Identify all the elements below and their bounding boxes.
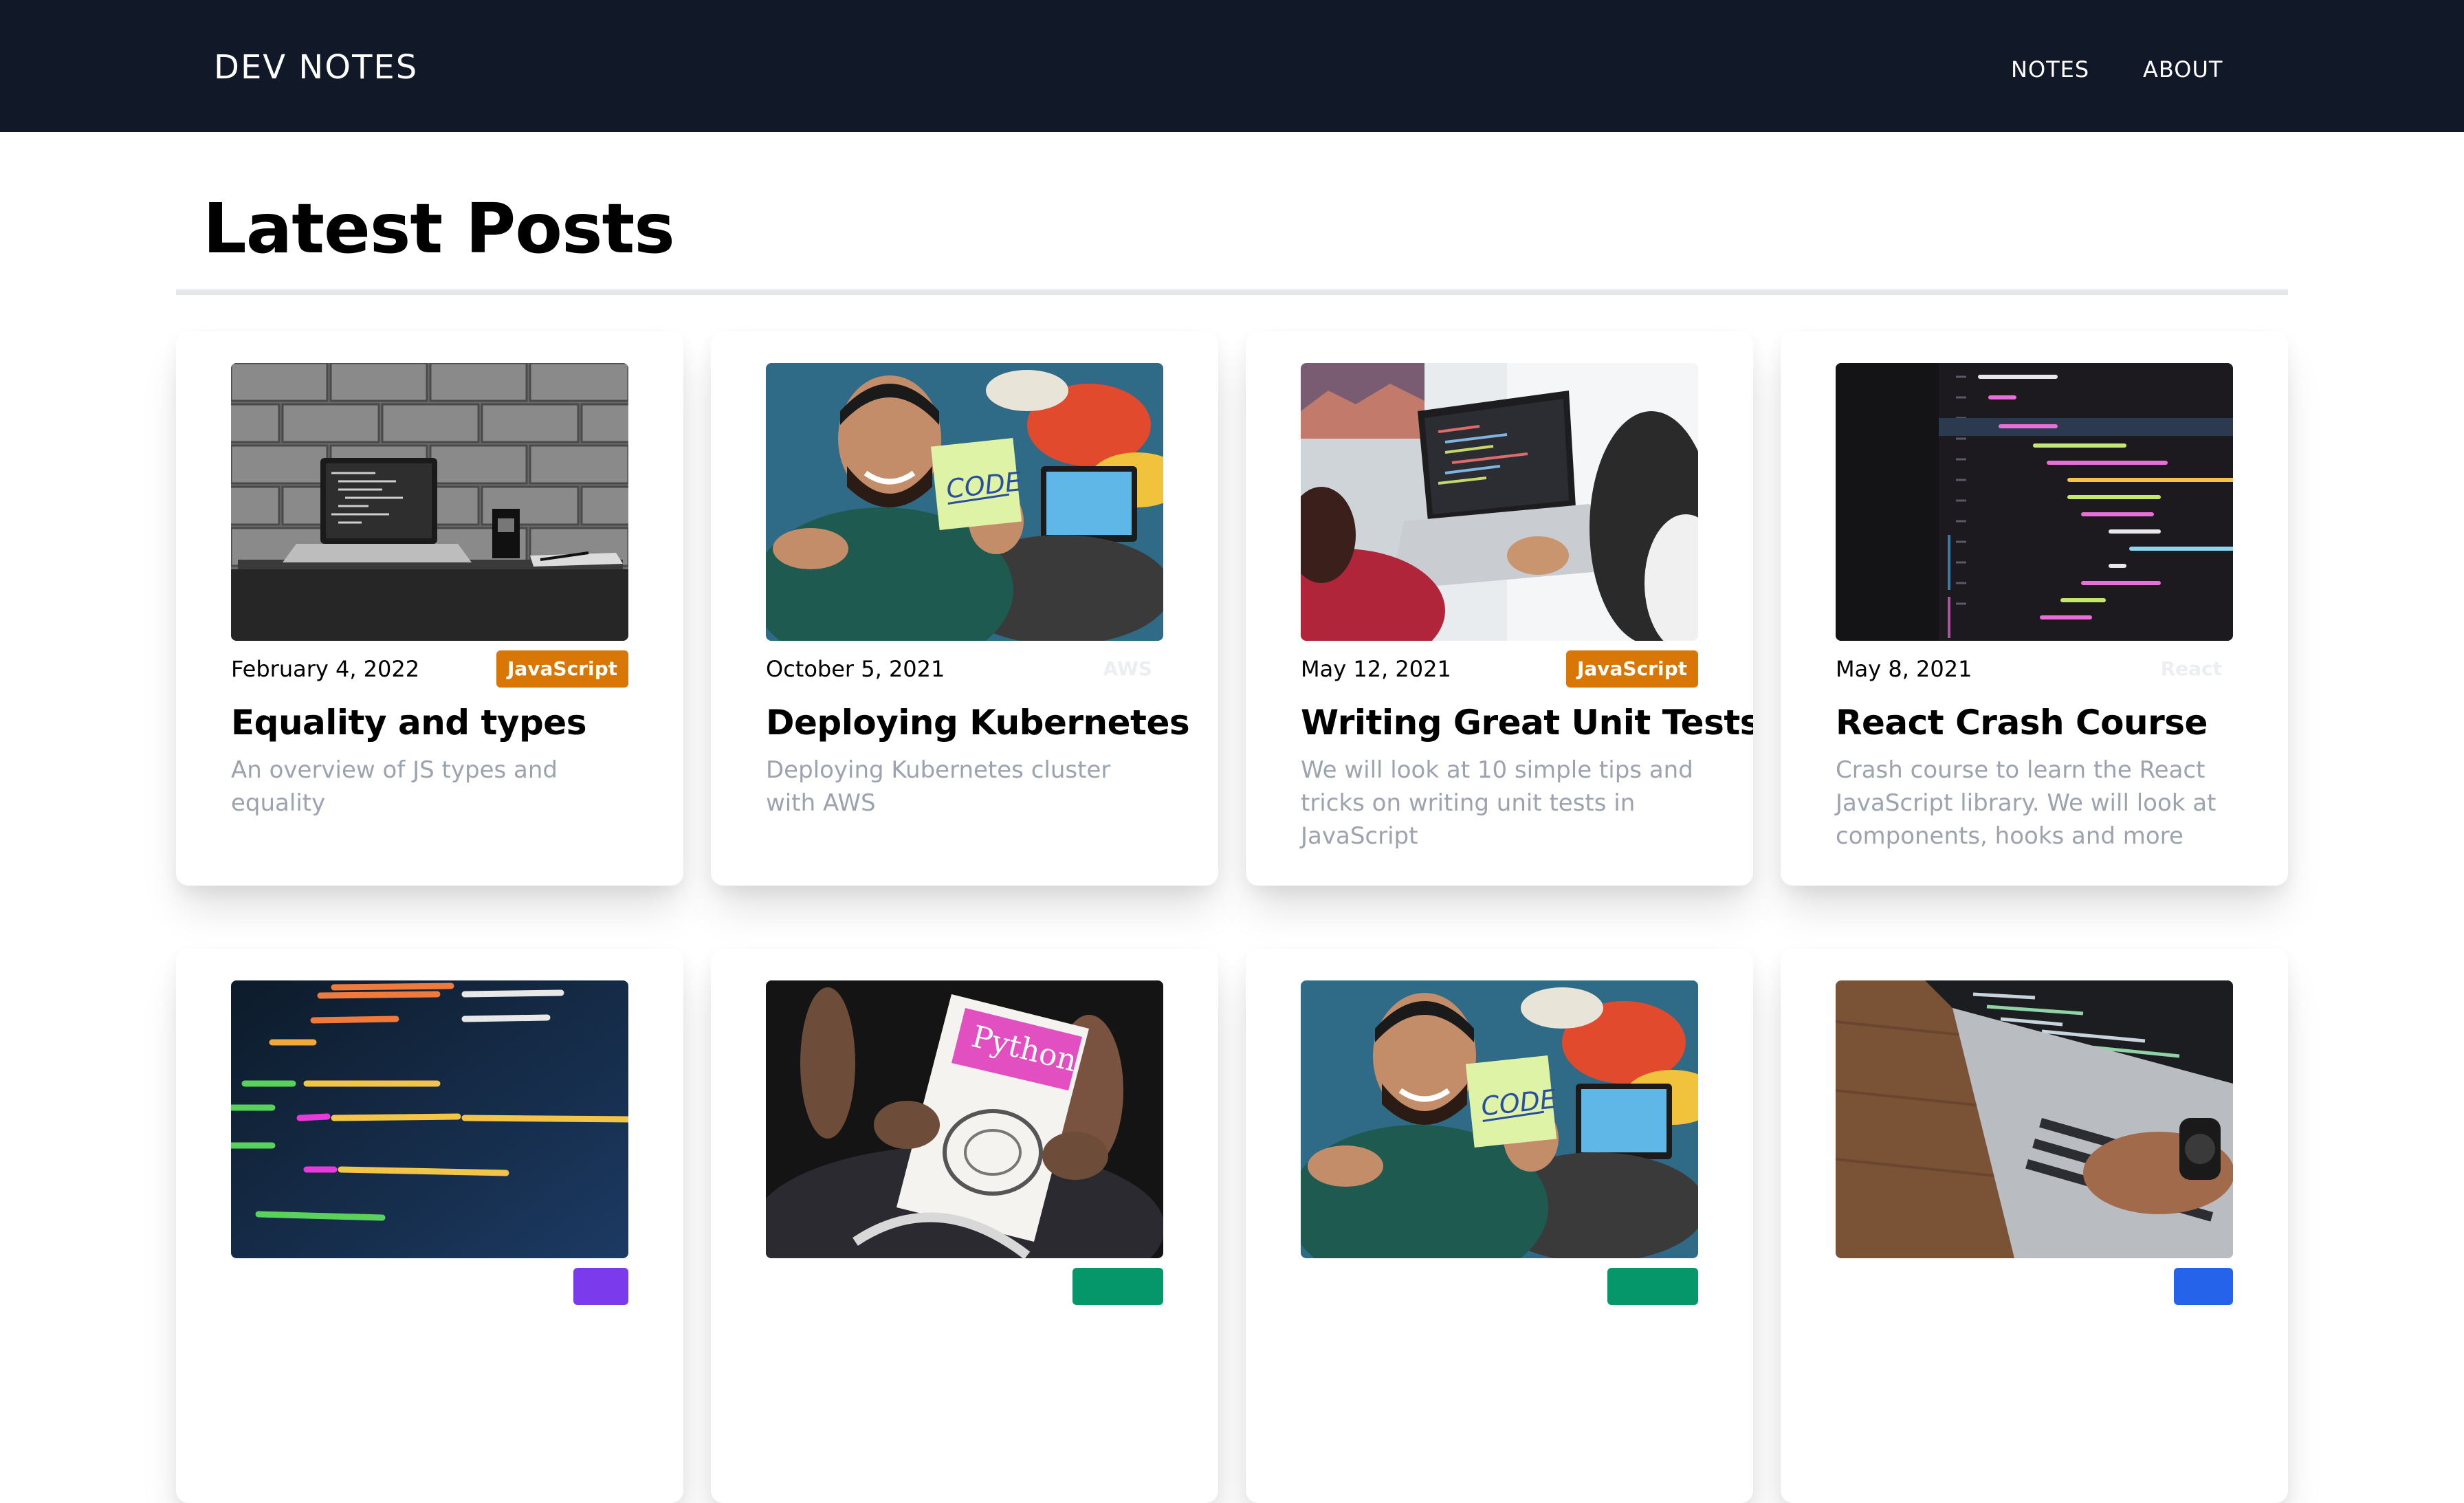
post-excerpt: Crash course to learn the React JavaScri…	[1836, 756, 2216, 850]
post-card[interactable]: May 8, 2021 React React Crash Course Cra…	[1781, 331, 2288, 886]
post-date: October 5, 2021	[766, 656, 945, 682]
posts-grid: February 4, 2022 JavaScript Equality and…	[176, 331, 2288, 1503]
post-title[interactable]: Equality and types	[231, 703, 644, 743]
title-divider	[176, 289, 2288, 295]
post-card[interactable]: February 4, 2022 JavaScript Equality and…	[176, 331, 683, 886]
post-card[interactable]: Python	[711, 949, 1218, 1503]
post-image[interactable]: Python	[766, 980, 1163, 1258]
laptop-collaboration-image	[1301, 363, 1698, 641]
post-image[interactable]	[231, 980, 628, 1258]
category-tag[interactable]	[573, 1268, 628, 1305]
brand-logo-link[interactable]: DEV NOTES	[214, 48, 418, 87]
code-sticky-note-image: CODE	[766, 363, 1163, 641]
nav-link-about[interactable]: ABOUT	[2143, 56, 2223, 83]
category-tag[interactable]	[1072, 1268, 1163, 1305]
category-tag[interactable]: AWS	[1092, 650, 1163, 688]
post-image[interactable]	[1836, 980, 2233, 1258]
post-excerpt: Deploying Kubernetes cluster with AWS	[766, 756, 1111, 817]
laptop-brick-wall-image	[231, 363, 628, 641]
post-card[interactable]	[1781, 949, 2288, 1503]
post-date: May 8, 2021	[1836, 656, 1972, 682]
post-image[interactable]	[1836, 363, 2233, 641]
php-code-screen-image	[231, 980, 628, 1258]
category-tag[interactable]: React	[2150, 650, 2233, 688]
post-image[interactable]	[231, 363, 628, 641]
page-title: Latest Posts	[203, 188, 675, 269]
post-card[interactable]: May 12, 2021 JavaScript Writing Great Un…	[1246, 331, 1753, 886]
typing-laptop-image	[1836, 980, 2233, 1258]
python-book-image: Python	[766, 980, 1163, 1258]
category-tag[interactable]	[2174, 1268, 2233, 1305]
post-title[interactable]: Writing Great Unit Tests	[1301, 703, 1753, 743]
post-card[interactable]	[176, 949, 683, 1503]
category-tag[interactable]	[1607, 1268, 1698, 1305]
post-date: May 12, 2021	[1301, 656, 1451, 682]
post-excerpt: We will look at 10 simple tips and trick…	[1301, 756, 1693, 850]
post-image[interactable]: CODE	[1301, 980, 1698, 1258]
category-tag[interactable]: JavaScript	[496, 650, 628, 688]
post-image[interactable]: CODE	[766, 363, 1163, 641]
code-sticky-note-image: CODE	[1301, 980, 1698, 1258]
post-card[interactable]: CODE October 5, 2021 AWS Deploying Kuber…	[711, 331, 1218, 886]
react-code-screen-image	[1836, 363, 2233, 641]
nav-link-notes[interactable]: NOTES	[2011, 56, 2089, 83]
post-image[interactable]	[1301, 363, 1698, 641]
post-card[interactable]: CODE	[1246, 949, 1753, 1503]
post-date: February 4, 2022	[231, 656, 420, 682]
post-excerpt: An overview of JS types and equality	[231, 756, 558, 817]
post-title[interactable]: React Crash Course	[1836, 703, 2248, 743]
navbar: DEV NOTES NOTES ABOUT	[0, 0, 2464, 132]
post-title[interactable]: Deploying Kubernetes	[766, 703, 1190, 743]
category-tag[interactable]: JavaScript	[1565, 650, 1698, 688]
